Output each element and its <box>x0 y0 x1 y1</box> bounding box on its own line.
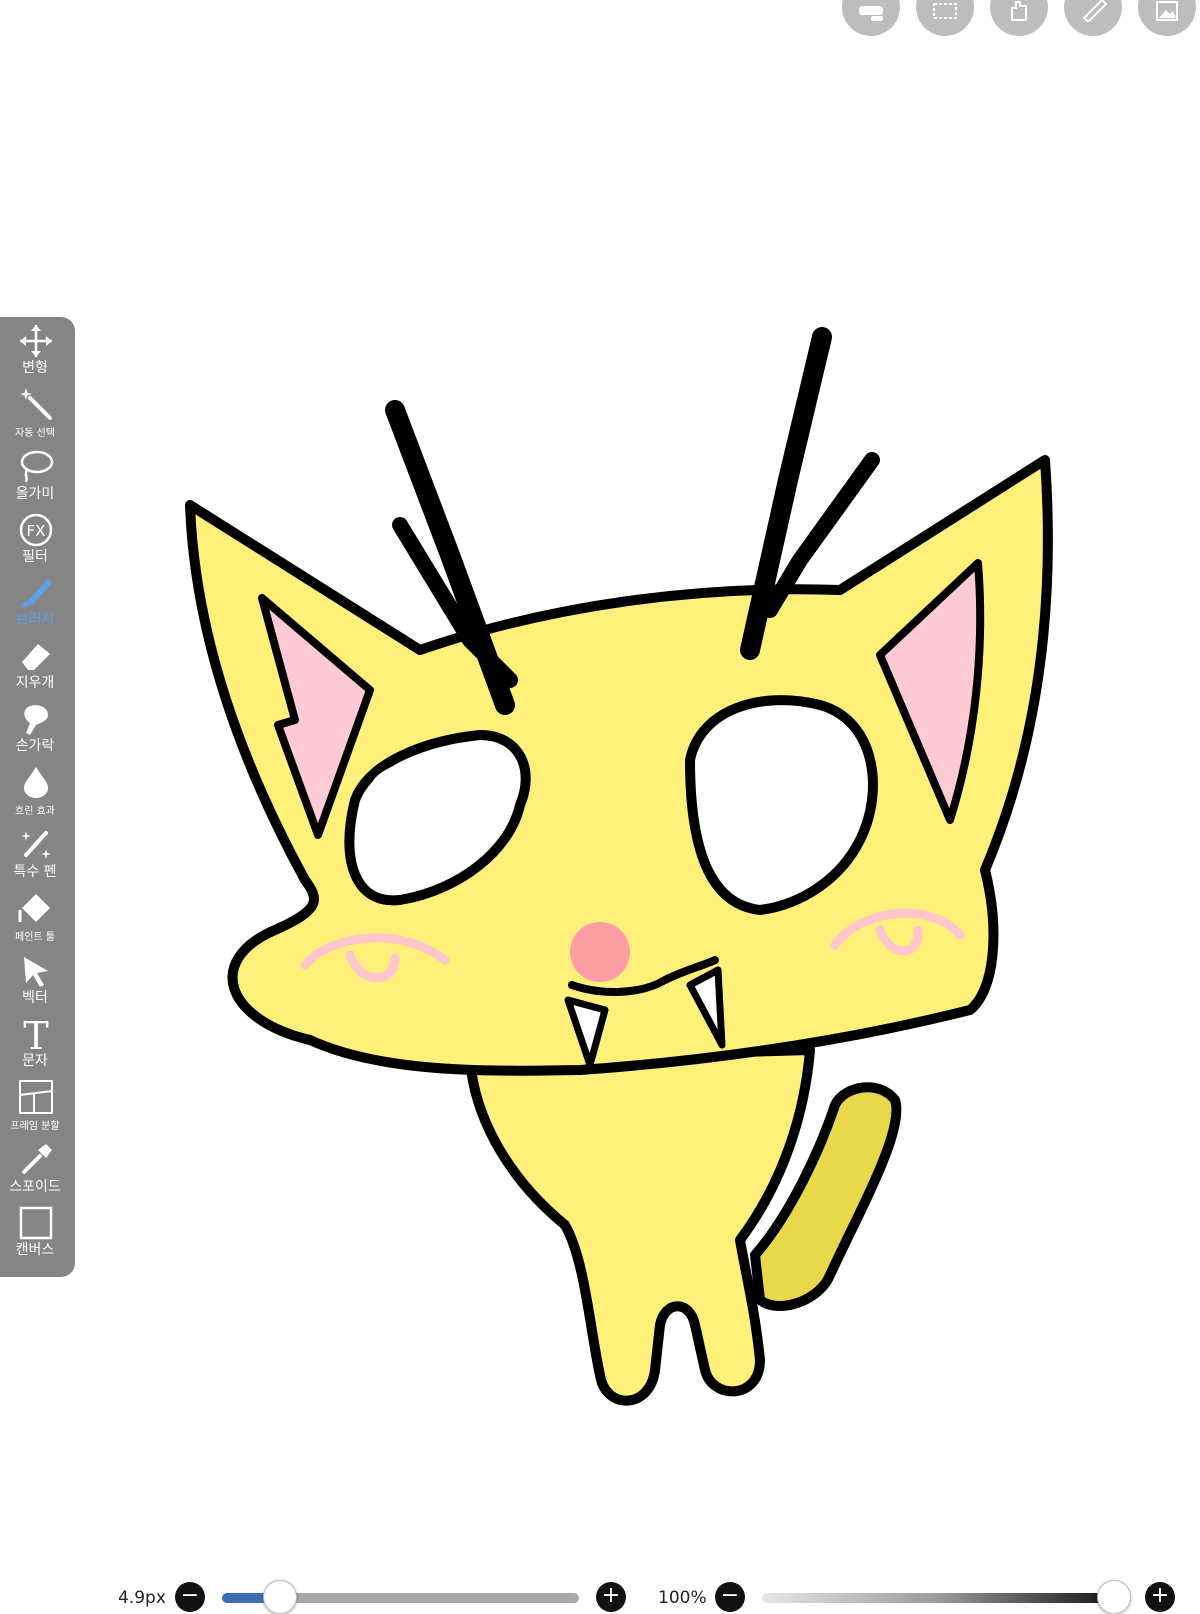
hand-icon <box>1011 1 1027 21</box>
opacity-increase-button[interactable]: + <box>1145 1582 1175 1612</box>
tool-brush[interactable]: 브러시 <box>0 569 75 632</box>
tool-lasso[interactable]: 올가미 <box>0 443 75 506</box>
tool-transform[interactable]: 변형 <box>0 317 75 380</box>
tool-label: 변형 <box>22 360 48 376</box>
tool-label: 문자 <box>22 1053 48 1069</box>
tool-finger[interactable]: 손가락 <box>0 695 75 758</box>
tool-label: 지우개 <box>15 675 55 691</box>
cat-illustration <box>185 327 1053 1406</box>
tool-special-pen[interactable]: 특수 펜 <box>0 821 75 884</box>
right-eye-shine <box>705 735 835 795</box>
tool-palette: 변형 자동 선택 올가미 FX 필터 브러시 지우개 손가락 흐린 효과 특수 … <box>0 317 75 1277</box>
move-arrows-icon <box>20 325 52 357</box>
ruler-icon <box>1082 0 1108 22</box>
selection-button[interactable] <box>916 0 974 36</box>
bottom-slider-bar: 4.9px − + 100% − + <box>0 1568 1200 1614</box>
tool-label: 벡터 <box>22 990 48 1006</box>
tool-eyedropper[interactable]: 스포이드 <box>0 1136 75 1199</box>
sparkle-pen-icon <box>21 831 51 859</box>
tool-label: 손가락 <box>15 738 55 754</box>
tool-label: 페인트 툴 <box>15 932 55 943</box>
brush-icon <box>22 579 52 608</box>
tool-label: 프레임 분할 <box>10 1121 60 1132</box>
cursor-arrow-icon <box>24 957 48 987</box>
tool-label: 올가미 <box>15 486 55 502</box>
ruler-button[interactable] <box>1064 0 1122 36</box>
magic-wand-icon <box>20 388 52 420</box>
tool-text[interactable]: T 문자 <box>0 1010 75 1073</box>
lasso-icon <box>20 450 54 483</box>
svg-text:T: T <box>23 1016 48 1052</box>
frame-divide-icon <box>19 1080 53 1114</box>
tool-paint-tool[interactable]: 페인트 툴 <box>0 884 75 947</box>
hand-button[interactable] <box>990 0 1048 36</box>
tool-auto-select[interactable]: 자동 선택 <box>0 380 75 443</box>
brush-size-increase-button[interactable]: + <box>596 1582 626 1612</box>
eraser-icon <box>22 644 50 670</box>
opacity-slider[interactable] <box>762 1593 1119 1603</box>
tool-blur[interactable]: 흐린 효과 <box>0 758 75 821</box>
material-button[interactable] <box>1138 0 1196 36</box>
tool-vector[interactable]: 벡터 <box>0 947 75 1010</box>
tool-label: 스포이드 <box>9 1179 61 1195</box>
layers-icon <box>859 6 883 21</box>
tool-label: 필터 <box>22 549 48 565</box>
finger-icon <box>24 705 48 735</box>
eyedropper-icon <box>22 1144 52 1174</box>
opacity-decrease-button[interactable]: − <box>715 1582 745 1612</box>
tool-label: 브러시 <box>15 612 55 628</box>
tool-eraser[interactable]: 지우개 <box>0 632 75 695</box>
paint-bucket-icon <box>18 894 50 922</box>
drawing-canvas[interactable] <box>0 0 1200 1600</box>
text-t-icon: T <box>23 1014 48 1058</box>
opacity-value: 100% <box>658 1588 707 1608</box>
tool-frame-divide[interactable]: 프레임 분할 <box>0 1073 75 1136</box>
tool-filter[interactable]: FX 필터 <box>0 506 75 569</box>
top-toolbar <box>840 0 1200 38</box>
brush-size-value: 4.9px <box>118 1588 166 1608</box>
droplet-icon <box>24 767 48 798</box>
canvas-square-icon <box>19 1206 53 1240</box>
svg-text:FX: FX <box>27 522 46 540</box>
cat-body <box>465 1045 815 1406</box>
left-eye-shine <box>370 758 510 822</box>
cat-nose <box>570 922 630 982</box>
tool-label: 캔버스 <box>15 1242 55 1258</box>
tool-label: 특수 펜 <box>13 864 57 880</box>
material-icon <box>1156 1 1178 21</box>
tool-label: 자동 선택 <box>15 428 55 439</box>
selection-icon <box>933 3 957 19</box>
opacity-knob[interactable] <box>1097 1580 1131 1614</box>
brush-size-knob[interactable] <box>263 1580 298 1614</box>
tool-label: 흐린 효과 <box>15 806 55 817</box>
fx-icon: FX <box>19 513 53 547</box>
brush-size-decrease-button[interactable]: − <box>175 1582 205 1612</box>
layers-button[interactable] <box>842 0 900 36</box>
tool-canvas[interactable]: 캔버스 <box>0 1199 75 1262</box>
